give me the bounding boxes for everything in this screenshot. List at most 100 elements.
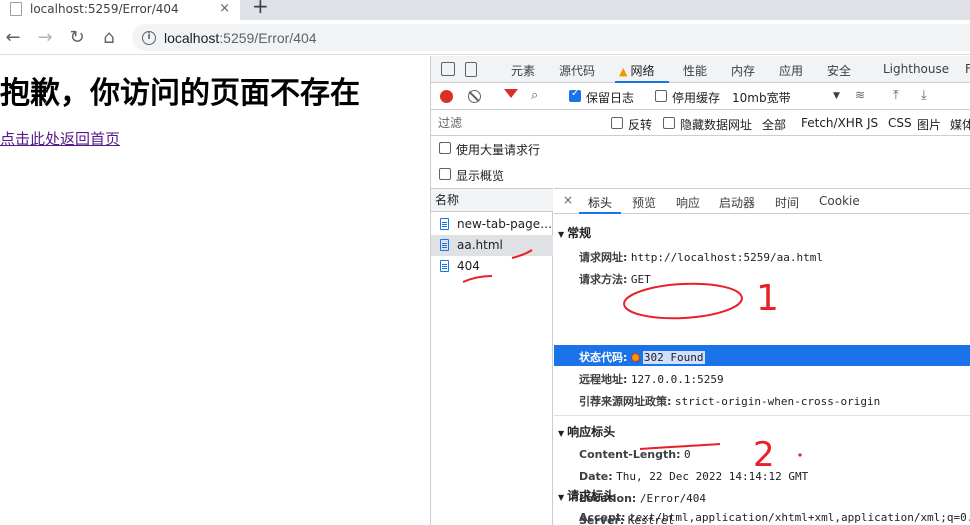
status-code-value: 302 Found	[642, 351, 705, 364]
active-tab-indicator	[615, 81, 669, 83]
network-conditions-icon[interactable]: ≋	[855, 88, 865, 102]
filter-type-js[interactable]: JS	[867, 116, 878, 130]
preserve-log-label: 保留日志	[586, 91, 635, 105]
request-row[interactable]: 404	[431, 256, 553, 277]
overview-checkbox[interactable]	[439, 168, 451, 180]
reload-button[interactable]: ↻	[66, 26, 88, 48]
request-method-key: 请求方法:	[579, 273, 628, 286]
section-divider	[554, 415, 970, 416]
back-button[interactable]: ←	[2, 26, 24, 48]
tab-more[interactable]: F	[965, 62, 970, 76]
large-rows-checkbox[interactable]	[439, 142, 451, 154]
date-value: Thu, 22 Dec 2022 14:14:12 GMT	[616, 470, 809, 483]
general-section-title[interactable]: ▼ 常规	[558, 224, 591, 241]
chevron-down-icon[interactable]: ▼	[833, 91, 840, 101]
filter-type-css[interactable]: CSS	[888, 116, 912, 130]
forward-button[interactable]: →	[34, 26, 56, 48]
filter-type-img[interactable]: 图片	[917, 116, 941, 133]
tab-preview[interactable]: 预览	[632, 194, 656, 211]
location-value: /Error/404	[639, 492, 707, 505]
site-info-icon[interactable]: i	[142, 30, 156, 45]
expand-triangle-icon: ▼	[558, 429, 565, 438]
device-toolbar-icon[interactable]	[465, 62, 477, 77]
inspect-element-icon[interactable]	[441, 62, 455, 76]
name-column-header[interactable]: 名称	[431, 188, 553, 212]
accept-key: Accept:	[579, 511, 626, 524]
address-bar[interactable]: i localhost:5259/Error/404	[132, 24, 970, 51]
content-length-value: 0	[684, 448, 691, 461]
large-rows-label: 使用大量请求行	[456, 143, 541, 157]
filter-bar: 过滤 反转 隐藏数据网址 全部 Fetch/XHR JS CSS 图片 媒体	[431, 111, 970, 136]
tab-sources[interactable]: 源代码	[559, 62, 595, 79]
request-name: 404	[457, 259, 480, 273]
url-path: :5259/Error/404	[219, 29, 317, 46]
tab-elements[interactable]: 元素	[511, 62, 535, 79]
request-row[interactable]: aa.html	[431, 235, 553, 256]
response-headers-section-title[interactable]: ▼ 响应标头	[558, 423, 615, 440]
large-rows-option: 使用大量请求行	[431, 136, 970, 162]
disable-cache-checkbox[interactable]	[655, 90, 667, 102]
tab-initiator[interactable]: 启动器	[719, 194, 755, 211]
filter-icon[interactable]	[504, 89, 518, 98]
page-heading: 抱歉，你访问的页面不存在	[0, 76, 360, 111]
filter-type-all[interactable]: 全部	[762, 116, 786, 133]
status-code-key: 状态代码:	[579, 351, 628, 364]
browser-tab[interactable]: localhost:5259/Error/404 ×	[0, 0, 240, 20]
request-method-value: GET	[630, 273, 651, 286]
tab-headers[interactable]: 标头	[588, 194, 612, 211]
return-home-link[interactable]: 点击此处返回首页	[0, 128, 120, 149]
request-detail: × 标头 预览 响应 启动器 时间 Cookie ▼ 常规 请求网址: http:…	[554, 188, 970, 525]
search-icon[interactable]: ⌕	[531, 88, 538, 103]
request-url-key: 请求网址:	[579, 251, 628, 264]
close-icon[interactable]: ×	[563, 193, 573, 207]
tab-memory[interactable]: 内存	[731, 62, 755, 79]
invert-checkbox[interactable]	[611, 117, 623, 129]
referrer-policy-value: strict-origin-when-cross-origin	[674, 395, 881, 408]
tab-performance[interactable]: 性能	[683, 62, 707, 79]
export-har-icon[interactable]: ⤓	[921, 88, 927, 103]
overview-option: 显示概览	[431, 162, 970, 188]
page-content: 抱歉，你访问的页面不存在 点击此处返回首页	[0, 56, 430, 525]
request-row[interactable]: new-tab-page-...	[431, 214, 553, 235]
throttle-select[interactable]: 10mb宽带	[732, 89, 791, 106]
request-name: aa.html	[457, 238, 503, 252]
status-redirect-icon	[630, 353, 640, 362]
hide-data-urls-checkbox[interactable]	[663, 117, 675, 129]
home-button[interactable]: ⌂	[98, 26, 120, 48]
request-headers-section-title[interactable]: ▼ 请求标头	[558, 487, 615, 504]
request-headers-title-text: 请求标头	[567, 489, 616, 503]
document-icon	[440, 218, 449, 230]
tab-response[interactable]: 响应	[676, 194, 700, 211]
preserve-log-checkbox[interactable]	[569, 88, 581, 102]
document-icon	[440, 239, 449, 251]
tab-network[interactable]: ▲ 网络	[619, 62, 654, 79]
referrer-policy-row: 引荐来源网址政策: strict-origin-when-cross-origi…	[579, 393, 880, 409]
browser-toolbar: ← → ↻ ⌂ i localhost:5259/Error/404	[0, 20, 970, 55]
record-icon[interactable]	[440, 90, 453, 103]
remote-address-key: 远程地址:	[579, 373, 628, 386]
clear-icon[interactable]	[468, 90, 481, 103]
content-length-row: Content-Length: 0	[579, 448, 691, 461]
accept-value: text/html,application/xhtml+xml,applicat…	[629, 511, 970, 524]
invert-label: 反转	[628, 118, 653, 132]
tab-cookies[interactable]: Cookie	[819, 194, 860, 208]
request-name: new-tab-page-...	[457, 217, 553, 231]
filter-input[interactable]: 过滤	[435, 114, 595, 132]
url-host: localhost	[164, 29, 220, 46]
tab-title: localhost:5259/Error/404	[30, 2, 179, 16]
tab-security[interactable]: 安全	[827, 62, 851, 79]
tab-application[interactable]: 应用	[779, 62, 803, 79]
new-tab-button[interactable]: +	[252, 0, 269, 18]
remote-address-row: 远程地址: 127.0.0.1:5259	[579, 371, 724, 387]
filter-type-media[interactable]: 媒体	[950, 116, 970, 133]
tab-network-label: 网络	[630, 64, 655, 78]
remote-address-value: 127.0.0.1:5259	[630, 373, 724, 386]
filter-type-fetch-xhr[interactable]: Fetch/XHR	[801, 116, 863, 130]
response-headers-title-text: 响应标头	[567, 425, 616, 439]
tab-close-icon[interactable]: ×	[219, 1, 230, 16]
tab-timing[interactable]: 时间	[775, 194, 799, 211]
import-har-icon[interactable]: ⤒	[893, 88, 899, 103]
tab-lighthouse[interactable]: Lighthouse	[883, 62, 949, 76]
request-url-value: http://localhost:5259/aa.html	[630, 251, 823, 264]
warning-icon: ▲	[619, 65, 628, 78]
